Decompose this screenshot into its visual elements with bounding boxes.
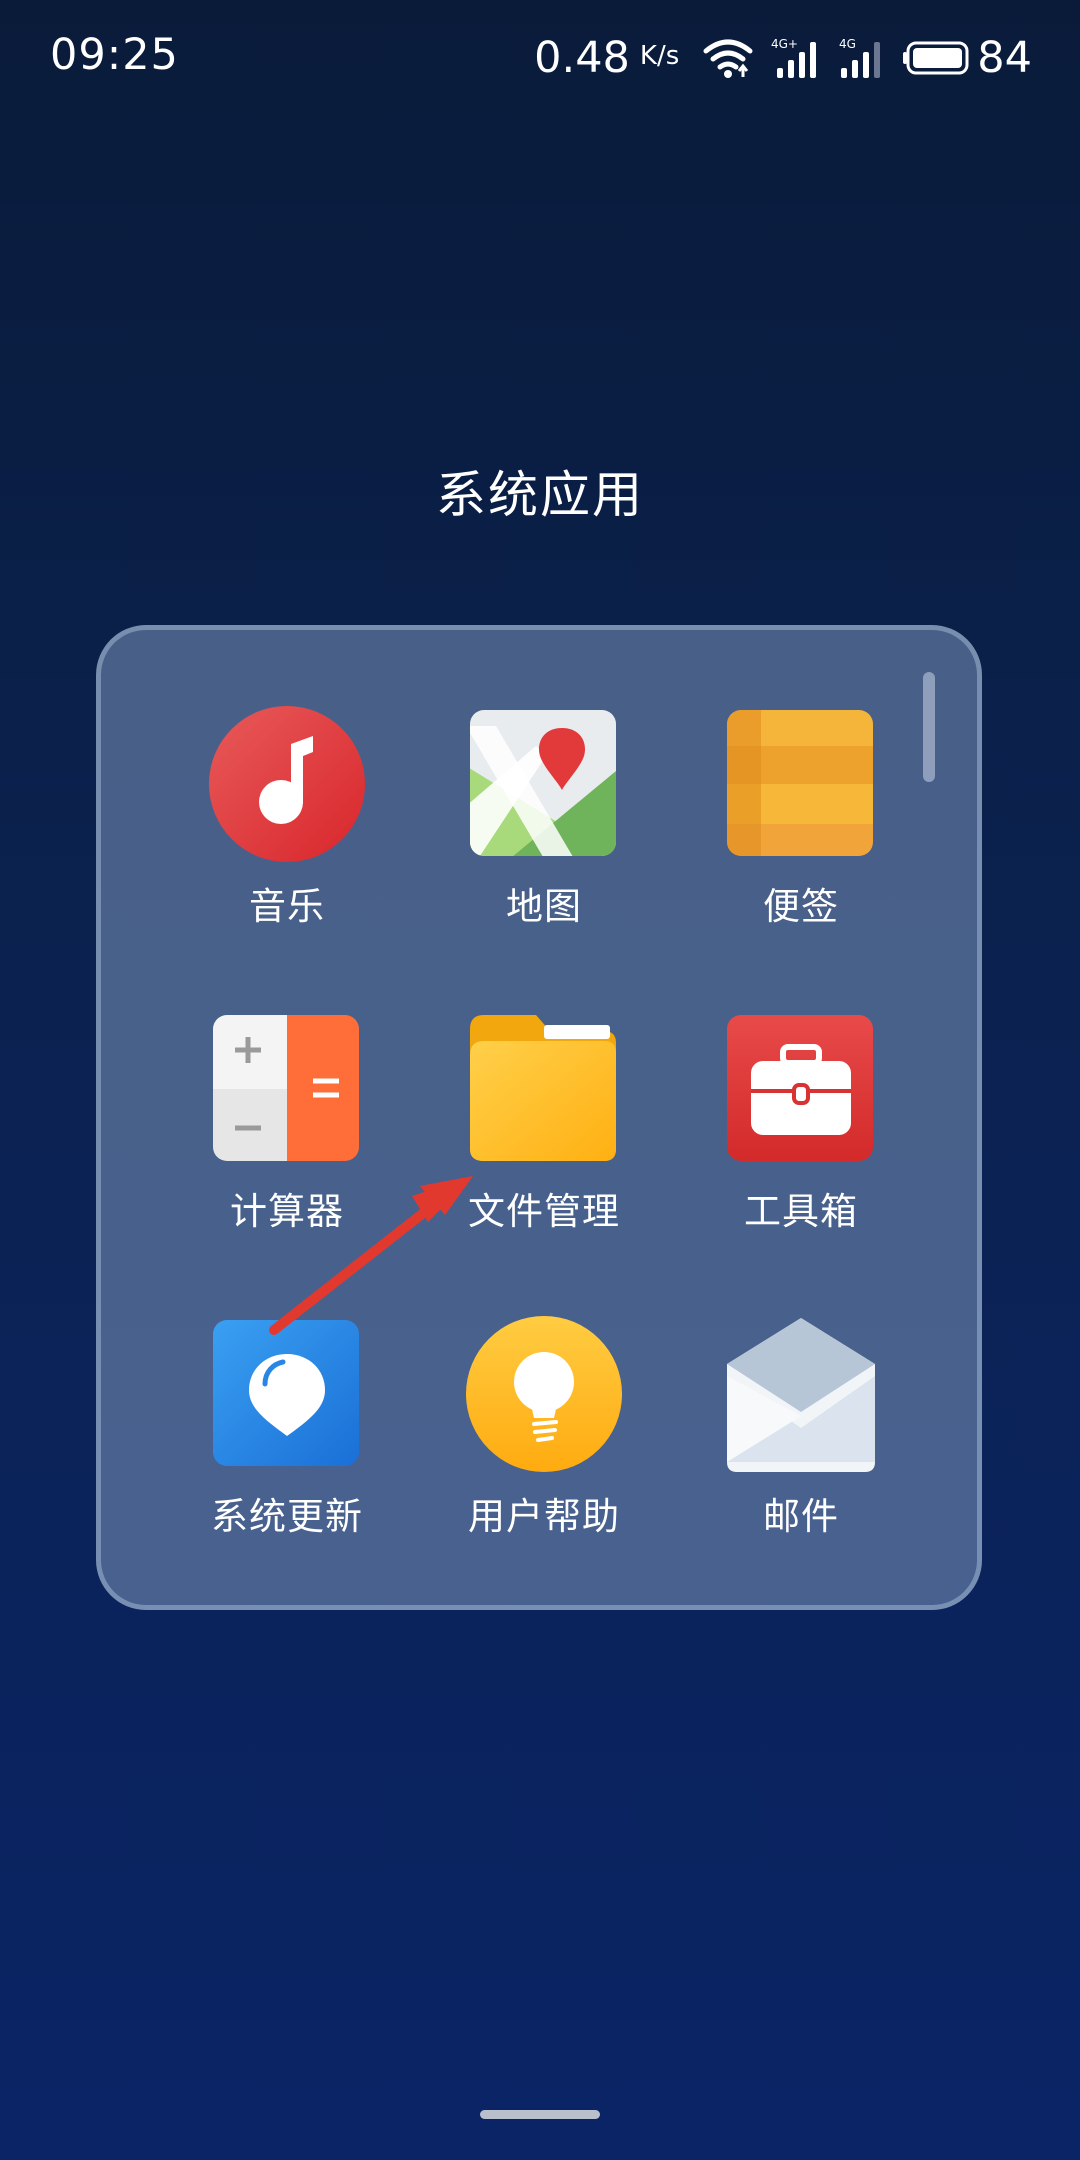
app-calculator[interactable]: 计算器 <box>157 1011 417 1235</box>
wifi-icon <box>703 39 753 78</box>
app-mail[interactable]: 邮件 <box>671 1316 931 1540</box>
network-speed-unit: K/s <box>639 41 680 71</box>
folder-title[interactable]: 系统应用 <box>0 455 1080 527</box>
toolbox-icon <box>723 1011 879 1167</box>
app-label: 用户帮助 <box>468 1495 620 1538</box>
system-update-icon <box>209 1316 365 1472</box>
notes-icon <box>723 706 879 862</box>
map-icon <box>466 706 622 862</box>
app-label: 地图 <box>506 885 582 928</box>
app-label: 工具箱 <box>744 1190 858 1233</box>
app-file-manager[interactable]: 文件管理 <box>414 1011 674 1235</box>
app-notes[interactable]: 便签 <box>671 706 931 930</box>
app-map[interactable]: 地图 <box>414 706 674 930</box>
cellular-signal-icon: 4G+ <box>771 37 817 78</box>
app-user-help[interactable]: 用户帮助 <box>414 1316 674 1540</box>
status-bar: 09:25 0.48 K/s 4G+ 4G 84 <box>0 0 1080 112</box>
status-icons: 0.48 K/s 4G+ 4G 84 <box>534 30 1032 86</box>
folder-icon <box>466 1011 622 1167</box>
app-toolbox[interactable]: 工具箱 <box>671 1011 931 1235</box>
app-system-update[interactable]: 系统更新 <box>157 1316 417 1540</box>
signal-4g-plus-label: 4G+ <box>771 37 798 51</box>
app-music[interactable]: 音乐 <box>157 706 417 930</box>
music-icon <box>209 706 365 862</box>
battery-icon <box>903 41 969 75</box>
lightbulb-icon <box>466 1316 622 1472</box>
app-label: 计算器 <box>230 1190 344 1233</box>
app-label: 系统更新 <box>211 1495 363 1538</box>
folder-panel: 音乐 地图 便签 计算器 文件管理 工具箱 系统更新 用户帮助 邮件 <box>96 625 982 1610</box>
mail-icon <box>723 1316 879 1472</box>
network-speed: 0.48 <box>534 33 630 83</box>
home-indicator[interactable] <box>480 2110 600 2119</box>
app-label: 便签 <box>763 885 839 928</box>
cellular-signal-icon-2: 4G <box>839 37 881 78</box>
battery-level: 84 <box>977 33 1032 83</box>
app-label: 文件管理 <box>468 1190 620 1233</box>
calculator-icon <box>209 1011 365 1167</box>
app-label: 邮件 <box>763 1495 839 1538</box>
clock: 09:25 <box>50 30 179 80</box>
app-label: 音乐 <box>249 885 325 928</box>
signal-4g-label: 4G <box>839 37 856 51</box>
